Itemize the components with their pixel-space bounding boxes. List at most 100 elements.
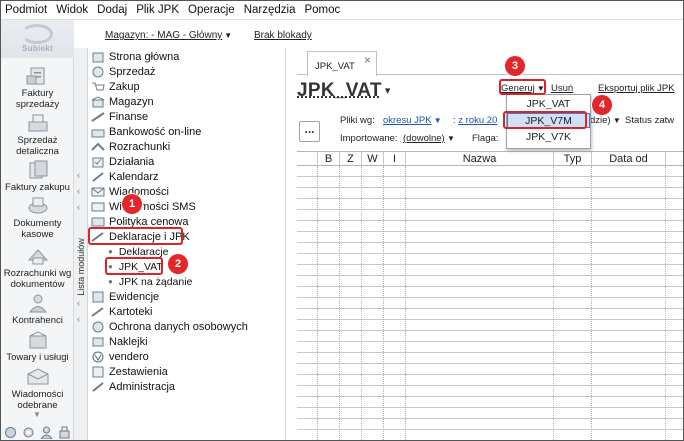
tools-icon[interactable] (58, 426, 71, 439)
tab-jpk-vat[interactable]: JPK_VAT × (307, 51, 377, 76)
sidebar-item-wiadomosci[interactable]: Wiadomości odebrane (1, 367, 74, 411)
logo-text: Subiekt (22, 44, 53, 53)
grid-col-z[interactable]: Z (339, 152, 361, 167)
tree-item-administracja[interactable]: Administracja (91, 379, 175, 394)
files-by-value: okresu JPK (383, 115, 432, 126)
tree-subitem-jpk-na-zadanie[interactable]: ● JPK na żądanie (108, 274, 192, 289)
chevron-left-icon[interactable]: ‹ (77, 202, 80, 212)
dropdown-item-jpk-v7k[interactable]: JPK_V7K (507, 130, 590, 145)
logo-mark-icon (21, 24, 53, 44)
grid-col-b[interactable]: B (317, 152, 339, 167)
sales-icon (92, 66, 104, 77)
grid-divider (339, 166, 340, 440)
menu-podmiot[interactable]: Podmiot (5, 4, 47, 16)
chevron-left-icon[interactable]: ‹ (77, 298, 80, 308)
tree-item-zakup[interactable]: Zakup (91, 79, 140, 94)
grid-divider (361, 166, 362, 440)
tree-item-label: Finanse (109, 110, 149, 123)
users-icon[interactable] (40, 426, 54, 439)
tree-item-wiadomosci-sms[interactable]: Wiadomości SMS (91, 199, 196, 214)
menu-widok[interactable]: Widok (56, 4, 88, 16)
chevron-left-icon[interactable]: ‹ (77, 314, 80, 324)
grid-divider (591, 166, 592, 440)
tree-item-label: Bankowość on-line (109, 125, 202, 138)
sidebar-item-dokumenty-kasowe[interactable]: Dokumenty kasowe (1, 196, 74, 240)
contacts-icon (28, 294, 47, 313)
tree-item-naklejki[interactable]: Naklejki (91, 334, 148, 349)
year-filter-tail[interactable]: dzie) ▼ (590, 115, 621, 126)
tree-item-sprzedaz[interactable]: Sprzedaż (91, 64, 155, 79)
tree-item-label: Naklejki (109, 335, 148, 348)
tree-item-vendero[interactable]: vendero (91, 349, 149, 364)
grid-col-extra (665, 152, 683, 167)
chevron-left-icon[interactable]: ‹ (77, 186, 80, 196)
dropdown-item-jpk-vat[interactable]: JPK_VAT (507, 97, 590, 112)
tree-item-magazyn[interactable]: Magazyn (91, 94, 154, 109)
lock-status-link[interactable]: Brak blokady (254, 30, 312, 41)
tree-item-bankowosc[interactable]: Bankowość on-line (91, 124, 201, 139)
grid-col-nazwa[interactable]: Nazwa (405, 152, 553, 167)
sidebar-label: detaliczna (16, 146, 59, 157)
messages-icon (27, 368, 48, 385)
menu-pomoc[interactable]: Pomoc (304, 4, 340, 16)
warehouse-icon (91, 95, 105, 107)
tree-item-kalendarz[interactable]: Kalendarz (91, 169, 159, 184)
sidebar-item-kontrahenci[interactable]: Kontrahenci (1, 293, 74, 326)
page-title[interactable]: JPK_VAT ▾ (297, 80, 391, 102)
gear-icon[interactable] (22, 426, 35, 439)
delete-button[interactable]: Usuń (551, 83, 573, 94)
tab-label: JPK_VAT (315, 61, 355, 72)
tree-item-label: Magazyn (109, 95, 154, 108)
chevron-down-icon: ▾ (384, 85, 391, 98)
close-icon[interactable]: × (364, 53, 371, 67)
sidebar-item-rozrachunki[interactable]: Rozrachunki wg dokumentów (1, 246, 74, 290)
tree-item-label: Zakup (109, 80, 140, 93)
tree-item-ochrona-danych[interactable]: Ochrona danych osobowych (91, 319, 248, 334)
grid-col-i[interactable]: I (383, 152, 405, 167)
chevron-left-icon[interactable]: ‹ (77, 170, 80, 180)
grid-col-data-od[interactable]: Data od (591, 152, 665, 167)
files-by-select[interactable]: okresu JPK ▼ (383, 115, 442, 126)
sidebar-bottom-icons (1, 422, 74, 440)
sidebar-label: Dokumenty (13, 218, 62, 229)
export-jpk-button[interactable]: Eksportuj plik JPK (598, 83, 675, 94)
sidebar-item-faktury-sprzedazy[interactable]: Faktury sprzedaży (1, 66, 74, 110)
sms-icon (91, 202, 105, 211)
grid-col-w[interactable]: W (361, 152, 383, 167)
chevron-down-icon: ▼ (224, 31, 233, 40)
tree-subitem-label: JPK na żądanie (118, 275, 193, 288)
grid-col-typ[interactable]: Typ (553, 152, 591, 167)
sidebar-item-sprzedaz-detaliczna[interactable]: Sprzedaż detaliczna (1, 113, 74, 157)
subiekt-logo: Subiekt (1, 20, 74, 58)
chevron-down-icon: ▼ (431, 116, 442, 125)
tree-item-label: Sprzedaż (109, 65, 156, 78)
menu-narzedzia[interactable]: Narzędzia (244, 4, 296, 16)
flag-label: Flaga: (472, 133, 499, 144)
status-label: Status zatw (625, 115, 675, 126)
sidebar-label: Rozrachunki wg (3, 268, 72, 279)
menu-operacje[interactable]: Operacje (188, 4, 235, 16)
imported-select[interactable]: (dowolne) ▼ (403, 133, 455, 144)
tree-item-finanse[interactable]: Finanse (91, 109, 148, 124)
modules-list-strip[interactable]: ‹ ‹ ‹ ‹ ‹ Lista modułów (74, 48, 88, 440)
warehouse-selector[interactable]: Magazyn: - MAG - Główny ▼ (105, 30, 232, 41)
tree-item-zestawienia[interactable]: Zestawienia (91, 364, 168, 379)
more-options-button[interactable]: ... (299, 121, 320, 142)
sidebar-scroll-down-icon[interactable]: ▼ (33, 410, 41, 419)
year-filter[interactable]: : z roku 20 (453, 115, 497, 126)
tree-item-dzialania[interactable]: Działania (91, 154, 154, 169)
tab-bar: JPK_VAT × (297, 48, 683, 76)
highlight-deklaracje-i-jpk (88, 227, 183, 245)
sidebar-label: kasowe (21, 229, 54, 240)
settings-icon[interactable] (4, 426, 17, 439)
sidebar-item-faktury-zakupu[interactable]: Faktury zakupu (1, 160, 74, 193)
sidebar-item-towary[interactable]: Towary i usługi (1, 330, 74, 363)
callout-badge-1: 1 (122, 194, 142, 214)
tree-item-ewidencje[interactable]: Ewidencje (91, 289, 159, 304)
tree-item-rozrachunki[interactable]: Rozrachunki (91, 139, 170, 154)
grid-body[interactable] (297, 166, 683, 440)
menu-dodaj[interactable]: Dodaj (97, 4, 127, 16)
menu-plik-jpk[interactable]: Plik JPK (136, 4, 179, 16)
tree-item-kartoteki[interactable]: Kartoteki (91, 304, 152, 319)
tree-item-strona-glowna[interactable]: Strona główna (91, 49, 179, 64)
